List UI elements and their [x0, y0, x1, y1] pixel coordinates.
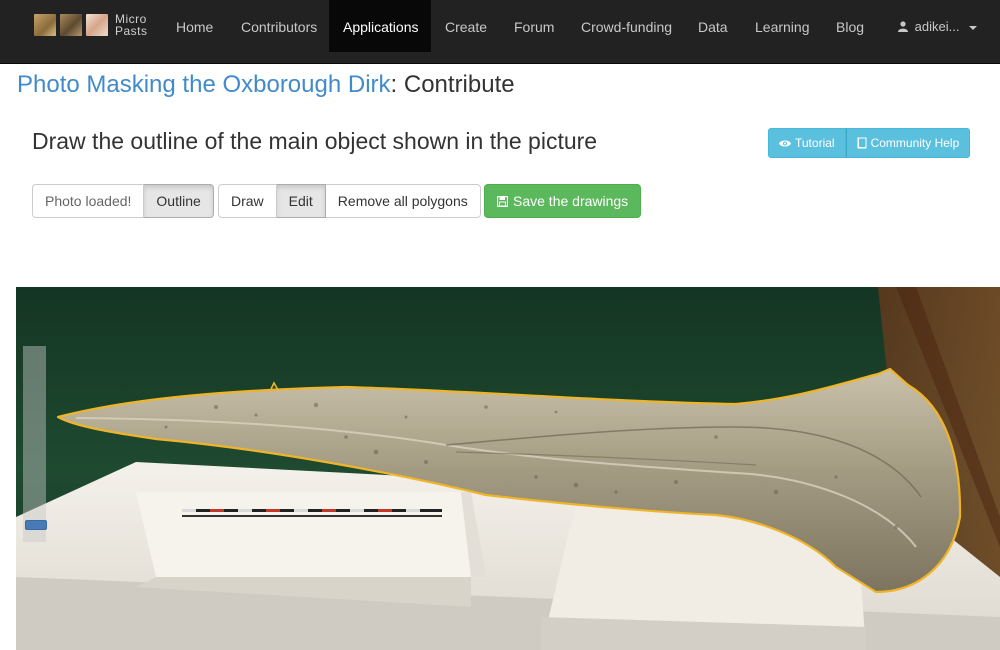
brand-logo[interactable]: Micro Pasts	[34, 12, 148, 38]
page-title-suffix: : Contribute	[390, 71, 515, 98]
task-instruction: Draw the outline of the main object show…	[32, 128, 598, 154]
nav-contributors[interactable]: Contributors	[241, 0, 317, 52]
user-name: adikei...	[914, 19, 960, 34]
nav-create[interactable]: Create	[445, 0, 487, 52]
user-icon	[898, 21, 908, 32]
zoom-slider-track[interactable]	[23, 346, 46, 542]
top-navbar: Micro Pasts Home Contributors Applicatio…	[0, 0, 1000, 64]
remove-all-polygons-button[interactable]: Remove all polygons	[325, 184, 481, 218]
save-drawings-label: Save the drawings	[513, 193, 629, 209]
brand-thumb-2	[60, 14, 82, 36]
save-group: Save the drawings	[484, 184, 642, 218]
photo-masking-canvas[interactable]	[16, 287, 1000, 650]
edit-button-group: Draw Edit Remove all polygons	[218, 184, 481, 218]
save-drawings-button[interactable]: Save the drawings	[484, 184, 642, 218]
community-help-button[interactable]: Community Help	[845, 128, 971, 158]
help-button-group: Tutorial Community Help	[768, 128, 971, 158]
page-title: Photo Masking the Oxborough Dirk: Contri…	[17, 71, 515, 99]
nav-home[interactable]: Home	[176, 0, 213, 52]
dirk-photo	[16, 287, 1000, 650]
draw-button[interactable]: Draw	[218, 184, 277, 218]
floppy-disk-icon	[497, 195, 508, 207]
brand-thumb-3	[86, 14, 108, 36]
tutorial-label: Tutorial	[795, 136, 835, 150]
book-icon	[857, 137, 867, 149]
brand-thumb-1	[34, 14, 56, 36]
project-title-link[interactable]: Photo Masking the Oxborough Dirk	[17, 71, 391, 98]
nav-applications[interactable]: Applications	[329, 0, 431, 52]
outline-button[interactable]: Outline	[144, 184, 214, 218]
zoom-slider-handle[interactable]	[25, 520, 47, 530]
community-help-label: Community Help	[870, 136, 960, 150]
caret-down-icon	[969, 25, 978, 30]
photo-status-button: Photo loaded!	[32, 184, 145, 218]
nav-crowd-funding[interactable]: Crowd-funding	[581, 0, 672, 52]
tutorial-button[interactable]: Tutorial	[768, 128, 846, 158]
nav-forum[interactable]: Forum	[514, 0, 554, 52]
brand-line-2: Pasts	[115, 24, 148, 38]
eye-icon	[779, 140, 791, 146]
edit-button[interactable]: Edit	[276, 184, 326, 218]
nav-blog[interactable]: Blog	[836, 0, 864, 52]
nav-learning[interactable]: Learning	[755, 0, 810, 52]
nav-data[interactable]: Data	[698, 0, 728, 52]
mode-button-group: Photo loaded! Outline	[32, 184, 214, 218]
brand-name: Micro Pasts	[115, 13, 148, 37]
user-menu[interactable]: adikei...	[898, 0, 978, 52]
